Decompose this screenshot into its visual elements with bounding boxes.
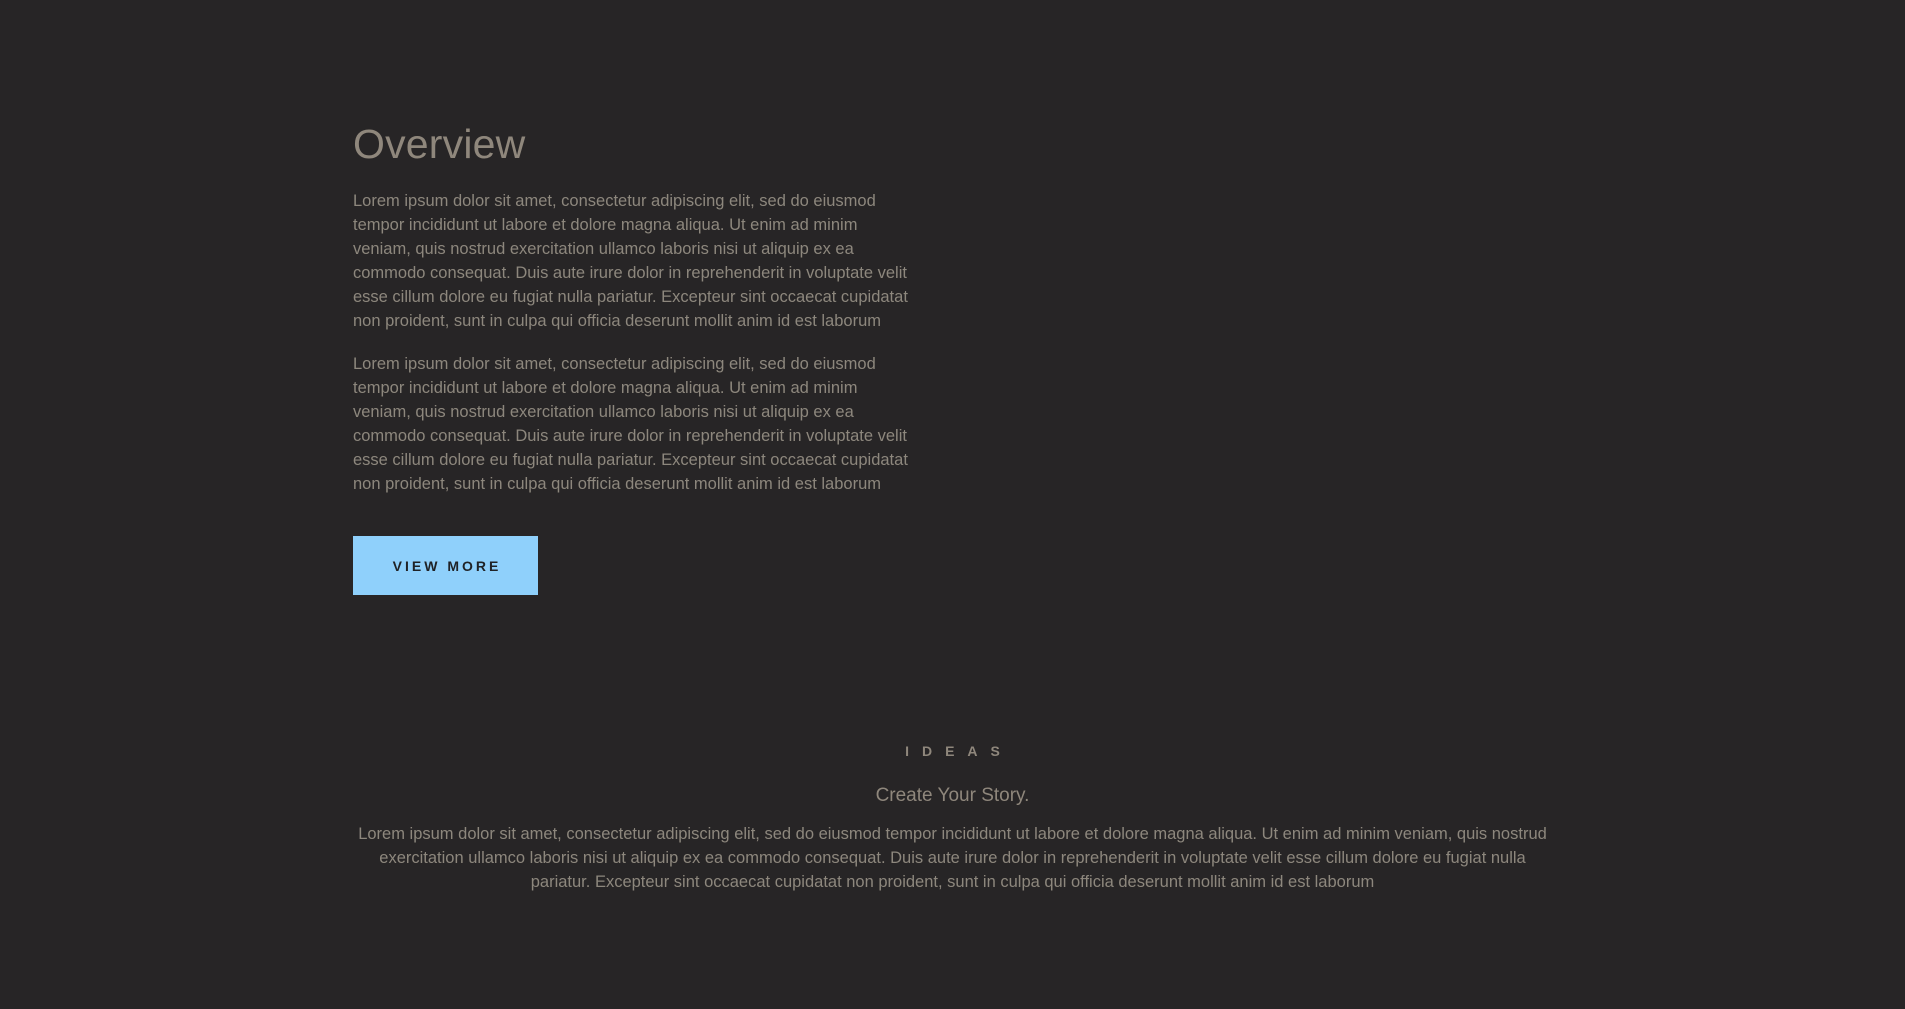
view-more-button[interactable]: VIEW MORE <box>353 536 538 595</box>
ideas-body-text: Lorem ipsum dolor sit amet, consectetur … <box>358 825 1547 891</box>
ideas-heading: Create Your Story. <box>875 785 1030 806</box>
ideas-eyebrow: IDEAS <box>905 743 1013 759</box>
ideas-section: IDEAS Create Your Story. Lorem ipsum dol… <box>353 742 1552 894</box>
overview-title: Overview <box>353 121 526 167</box>
overview-section: Overview Lorem ipsum dolor sit amet, con… <box>353 120 913 595</box>
overview-paragraph-1: Lorem ipsum dolor sit amet, consectetur … <box>353 192 908 330</box>
overview-paragraph-2: Lorem ipsum dolor sit amet, consectetur … <box>353 355 908 493</box>
